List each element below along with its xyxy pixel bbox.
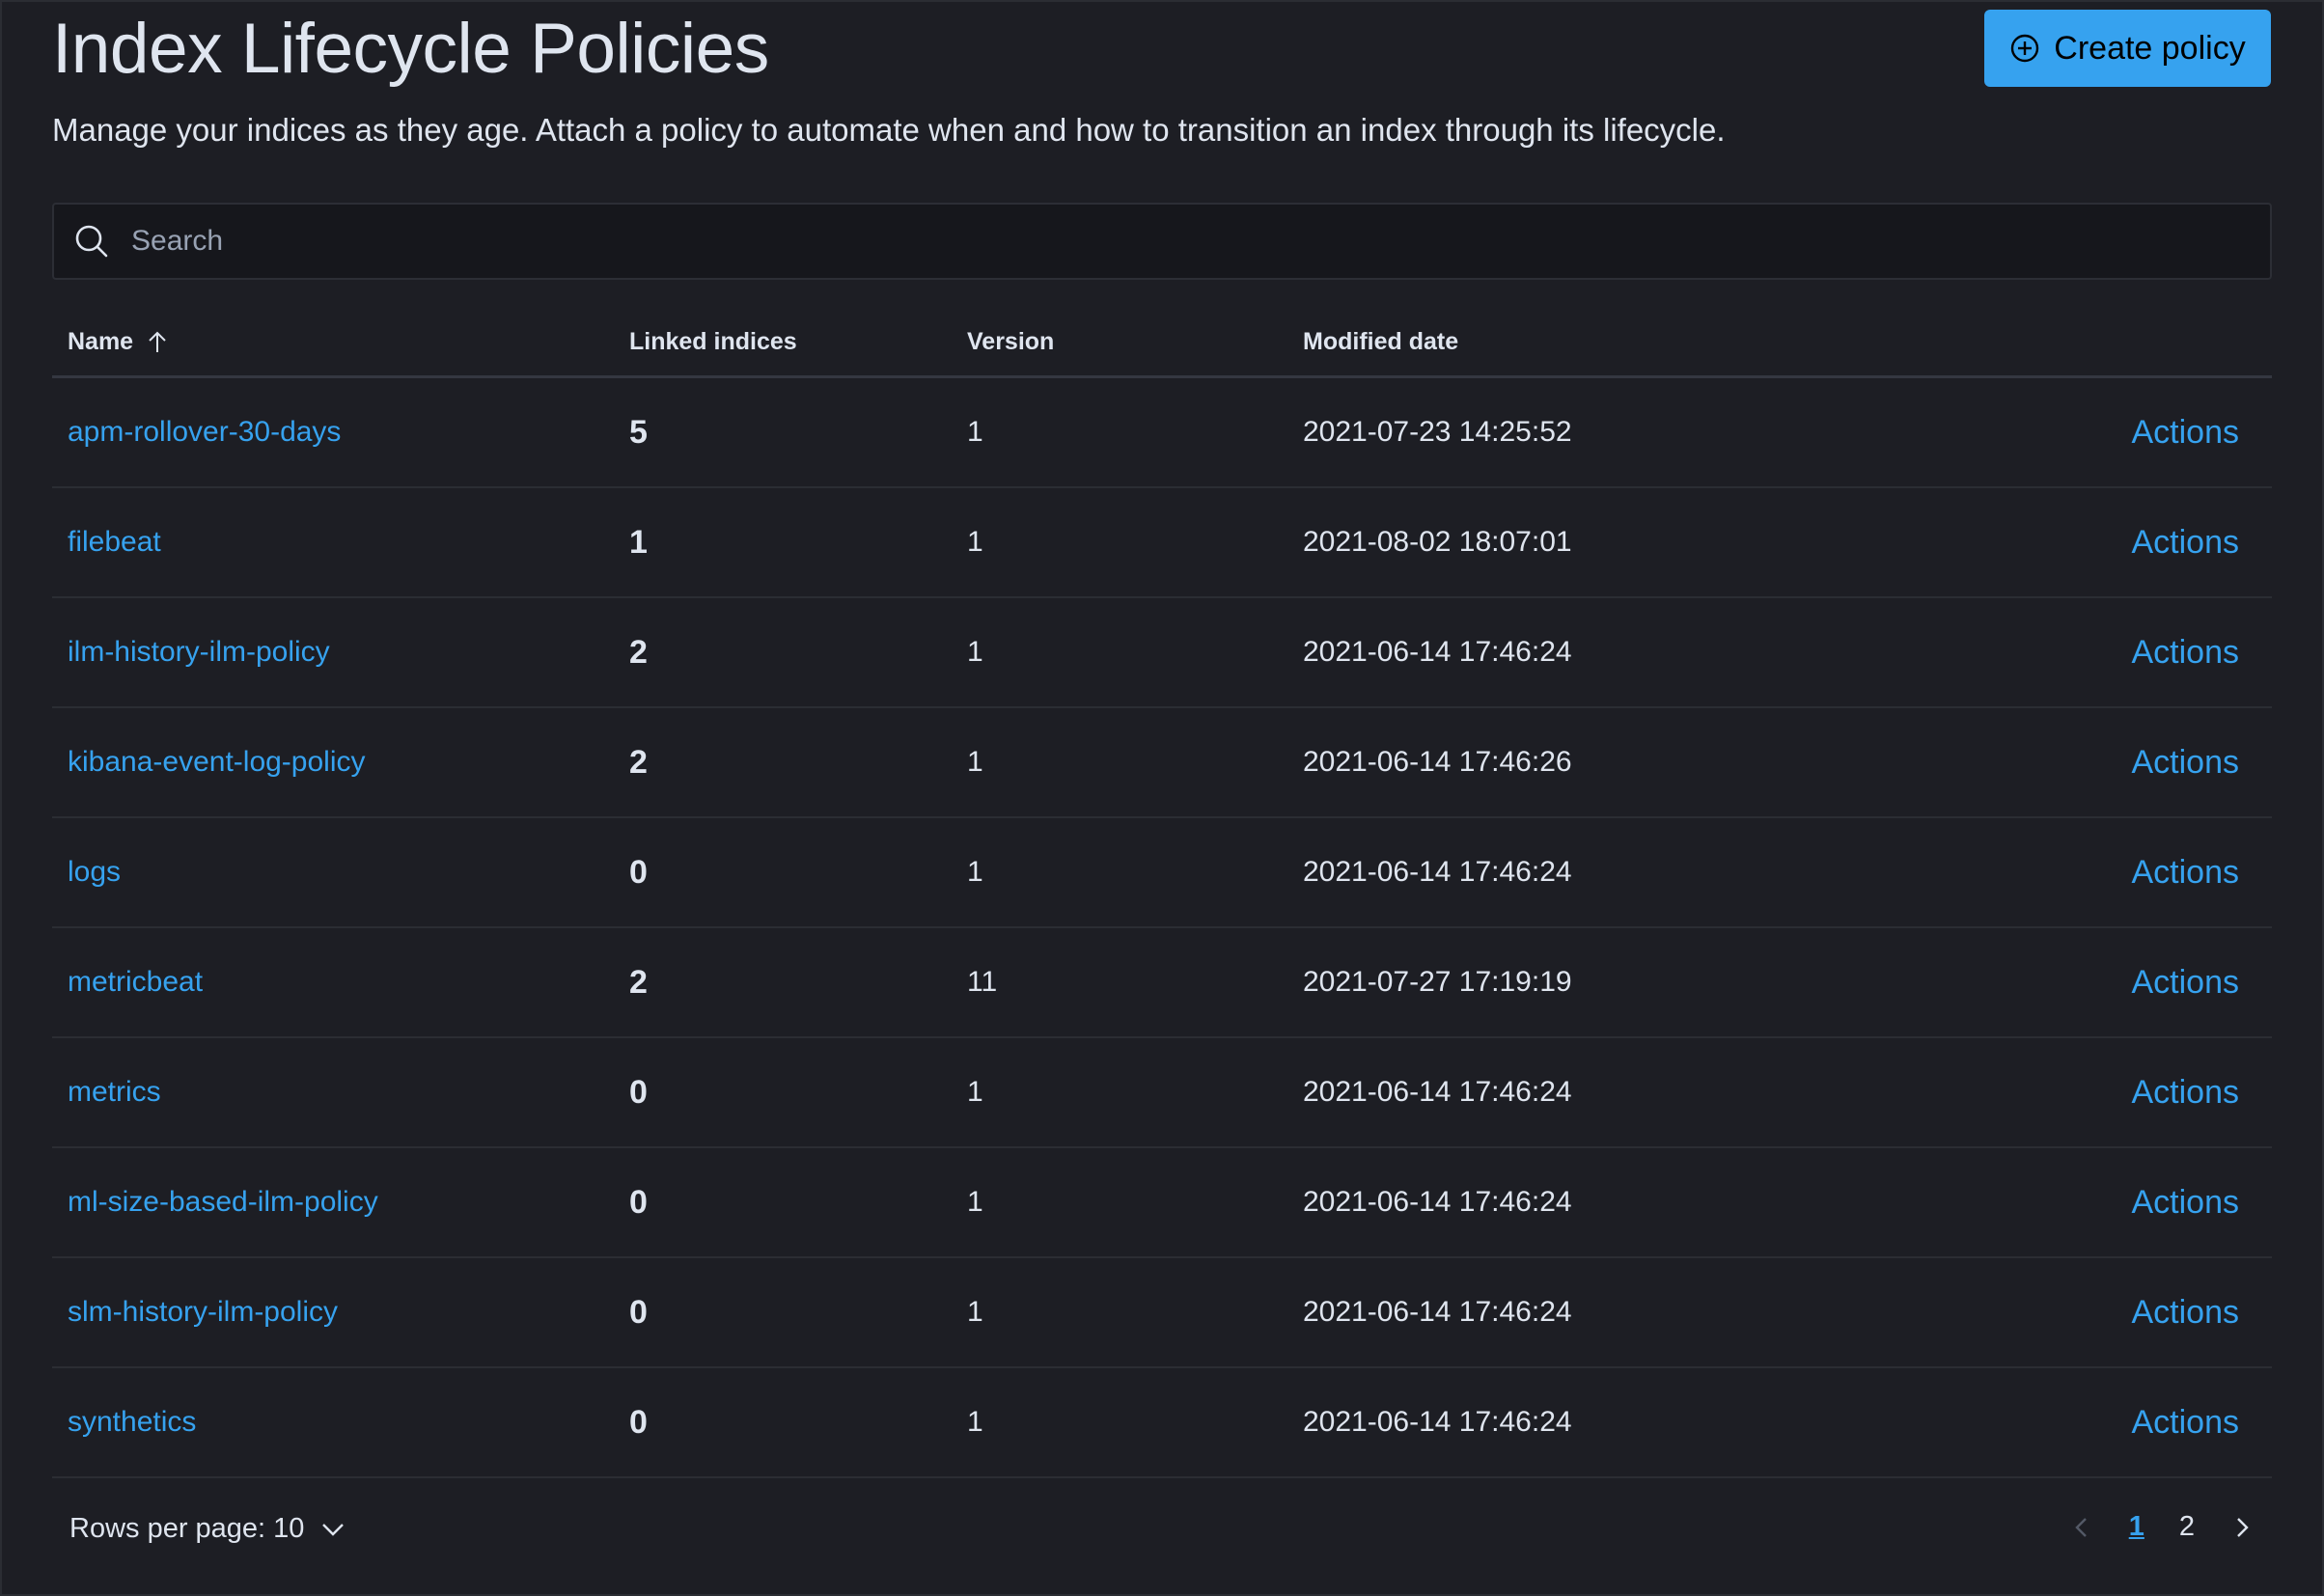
policy-version: 1 xyxy=(967,746,983,778)
actions-button[interactable]: Actions xyxy=(2132,1148,2240,1256)
policy-name-link[interactable]: metrics xyxy=(68,1076,161,1109)
arrow-up-icon xyxy=(149,331,166,352)
table-row: kibana-event-log-policy 2 1 2021-06-14 1… xyxy=(52,708,2272,818)
policies-table: Name Linked indices Version Modified dat… xyxy=(52,309,2272,1478)
linked-indices-count: 0 xyxy=(629,1293,648,1331)
pagination: 1 2 xyxy=(2069,1511,2255,1543)
table-row: apm-rollover-30-days 5 1 2021-07-23 14:2… xyxy=(52,378,2272,488)
modified-date: 2021-06-14 17:46:24 xyxy=(1303,856,1572,888)
create-policy-label: Create policy xyxy=(2054,29,2246,67)
linked-indices-count: 0 xyxy=(629,853,648,891)
actions-button[interactable]: Actions xyxy=(2132,378,2240,486)
linked-indices-count: 2 xyxy=(629,743,648,781)
actions-button[interactable]: Actions xyxy=(2132,488,2240,596)
policy-version: 1 xyxy=(967,1076,983,1108)
policy-name-link[interactable]: ml-size-based-ilm-policy xyxy=(68,1186,378,1219)
policy-version: 1 xyxy=(967,636,983,668)
linked-indices-count: 0 xyxy=(629,1183,648,1221)
policy-name-link[interactable]: slm-history-ilm-policy xyxy=(68,1296,338,1329)
modified-date: 2021-07-23 14:25:52 xyxy=(1303,416,1572,448)
policy-version: 1 xyxy=(967,856,983,888)
policy-version: 1 xyxy=(967,1186,983,1218)
modified-date: 2021-06-14 17:46:24 xyxy=(1303,1296,1572,1328)
policy-version: 1 xyxy=(967,1406,983,1438)
policy-name-link[interactable]: ilm-history-ilm-policy xyxy=(68,636,330,669)
policy-name-link[interactable]: synthetics xyxy=(68,1406,196,1439)
table-row: metricbeat 2 11 2021-07-27 17:19:19 Acti… xyxy=(52,928,2272,1038)
linked-indices-count: 0 xyxy=(629,1403,648,1441)
modified-date: 2021-06-14 17:46:24 xyxy=(1303,1406,1572,1438)
column-header-modified-label: Modified date xyxy=(1303,328,1459,355)
table-header: Name Linked indices Version Modified dat… xyxy=(52,309,2272,378)
linked-indices-count: 2 xyxy=(629,633,648,671)
table-row: logs 0 1 2021-06-14 17:46:24 Actions xyxy=(52,818,2272,928)
column-header-version[interactable]: Version xyxy=(967,328,1054,356)
table-footer: Rows per page: 10 1 2 xyxy=(52,1503,2272,1565)
column-header-linked-label: Linked indices xyxy=(629,328,797,355)
rows-per-page-label: Rows per page: 10 xyxy=(69,1513,305,1544)
column-header-name-label: Name xyxy=(68,328,134,355)
modified-date: 2021-06-14 17:46:26 xyxy=(1303,746,1572,778)
search-icon xyxy=(75,225,108,258)
linked-indices-count: 0 xyxy=(629,1073,648,1111)
modified-date: 2021-08-02 18:07:01 xyxy=(1303,526,1572,558)
column-header-name[interactable]: Name xyxy=(68,328,170,356)
create-policy-button[interactable]: Create policy xyxy=(1984,10,2271,87)
search-bar[interactable] xyxy=(52,203,2272,280)
linked-indices-count: 5 xyxy=(629,413,648,451)
policy-name-link[interactable]: metricbeat xyxy=(68,966,203,999)
policy-version: 1 xyxy=(967,1296,983,1328)
table-row: synthetics 0 1 2021-06-14 17:46:24 Actio… xyxy=(52,1368,2272,1478)
plus-in-circle-icon xyxy=(2011,34,2039,63)
actions-button[interactable]: Actions xyxy=(2132,1258,2240,1366)
linked-indices-count: 2 xyxy=(629,963,648,1001)
policy-name-link[interactable]: kibana-event-log-policy xyxy=(68,746,366,779)
table-row: metrics 0 1 2021-06-14 17:46:24 Actions xyxy=(52,1038,2272,1148)
policy-name-link[interactable]: logs xyxy=(68,856,121,889)
modified-date: 2021-06-14 17:46:24 xyxy=(1303,636,1572,668)
modified-date: 2021-07-27 17:19:19 xyxy=(1303,966,1572,998)
rows-per-page-selector[interactable]: Rows per page: 10 xyxy=(69,1513,346,1545)
page-title: Index Lifecycle Policies xyxy=(52,10,769,88)
page: Index Lifecycle Policies Create policy M… xyxy=(0,0,2324,1596)
chevron-down-icon xyxy=(322,1523,345,1536)
table-row: slm-history-ilm-policy 0 1 2021-06-14 17… xyxy=(52,1258,2272,1368)
actions-button[interactable]: Actions xyxy=(2132,598,2240,706)
table-row: ilm-history-ilm-policy 2 1 2021-06-14 17… xyxy=(52,598,2272,708)
actions-button[interactable]: Actions xyxy=(2132,1368,2240,1476)
column-header-modified-date[interactable]: Modified date xyxy=(1303,328,1458,356)
policy-version: 1 xyxy=(967,526,983,558)
policy-version: 1 xyxy=(967,416,983,448)
modified-date: 2021-06-14 17:46:24 xyxy=(1303,1186,1572,1218)
policy-name-link[interactable]: filebeat xyxy=(68,526,161,559)
linked-indices-count: 1 xyxy=(629,523,648,561)
page-description: Manage your indices as they age. Attach … xyxy=(52,112,1726,148)
column-header-linked-indices[interactable]: Linked indices xyxy=(629,328,797,356)
actions-button[interactable]: Actions xyxy=(2132,928,2240,1036)
policy-version: 11 xyxy=(967,966,998,998)
search-input[interactable] xyxy=(129,224,2270,259)
chevron-right-icon[interactable] xyxy=(2229,1515,2255,1540)
table-row: filebeat 1 1 2021-08-02 18:07:01 Actions xyxy=(52,488,2272,598)
table-row: ml-size-based-ilm-policy 0 1 2021-06-14 … xyxy=(52,1148,2272,1258)
actions-button[interactable]: Actions xyxy=(2132,708,2240,816)
page-link-2[interactable]: 2 xyxy=(2179,1511,2195,1543)
column-header-version-label: Version xyxy=(967,328,1055,355)
actions-button[interactable]: Actions xyxy=(2132,1038,2240,1146)
actions-button[interactable]: Actions xyxy=(2132,818,2240,926)
chevron-left-icon[interactable] xyxy=(2069,1515,2094,1540)
page-link-1[interactable]: 1 xyxy=(2129,1511,2144,1543)
policy-name-link[interactable]: apm-rollover-30-days xyxy=(68,416,341,449)
modified-date: 2021-06-14 17:46:24 xyxy=(1303,1076,1572,1108)
